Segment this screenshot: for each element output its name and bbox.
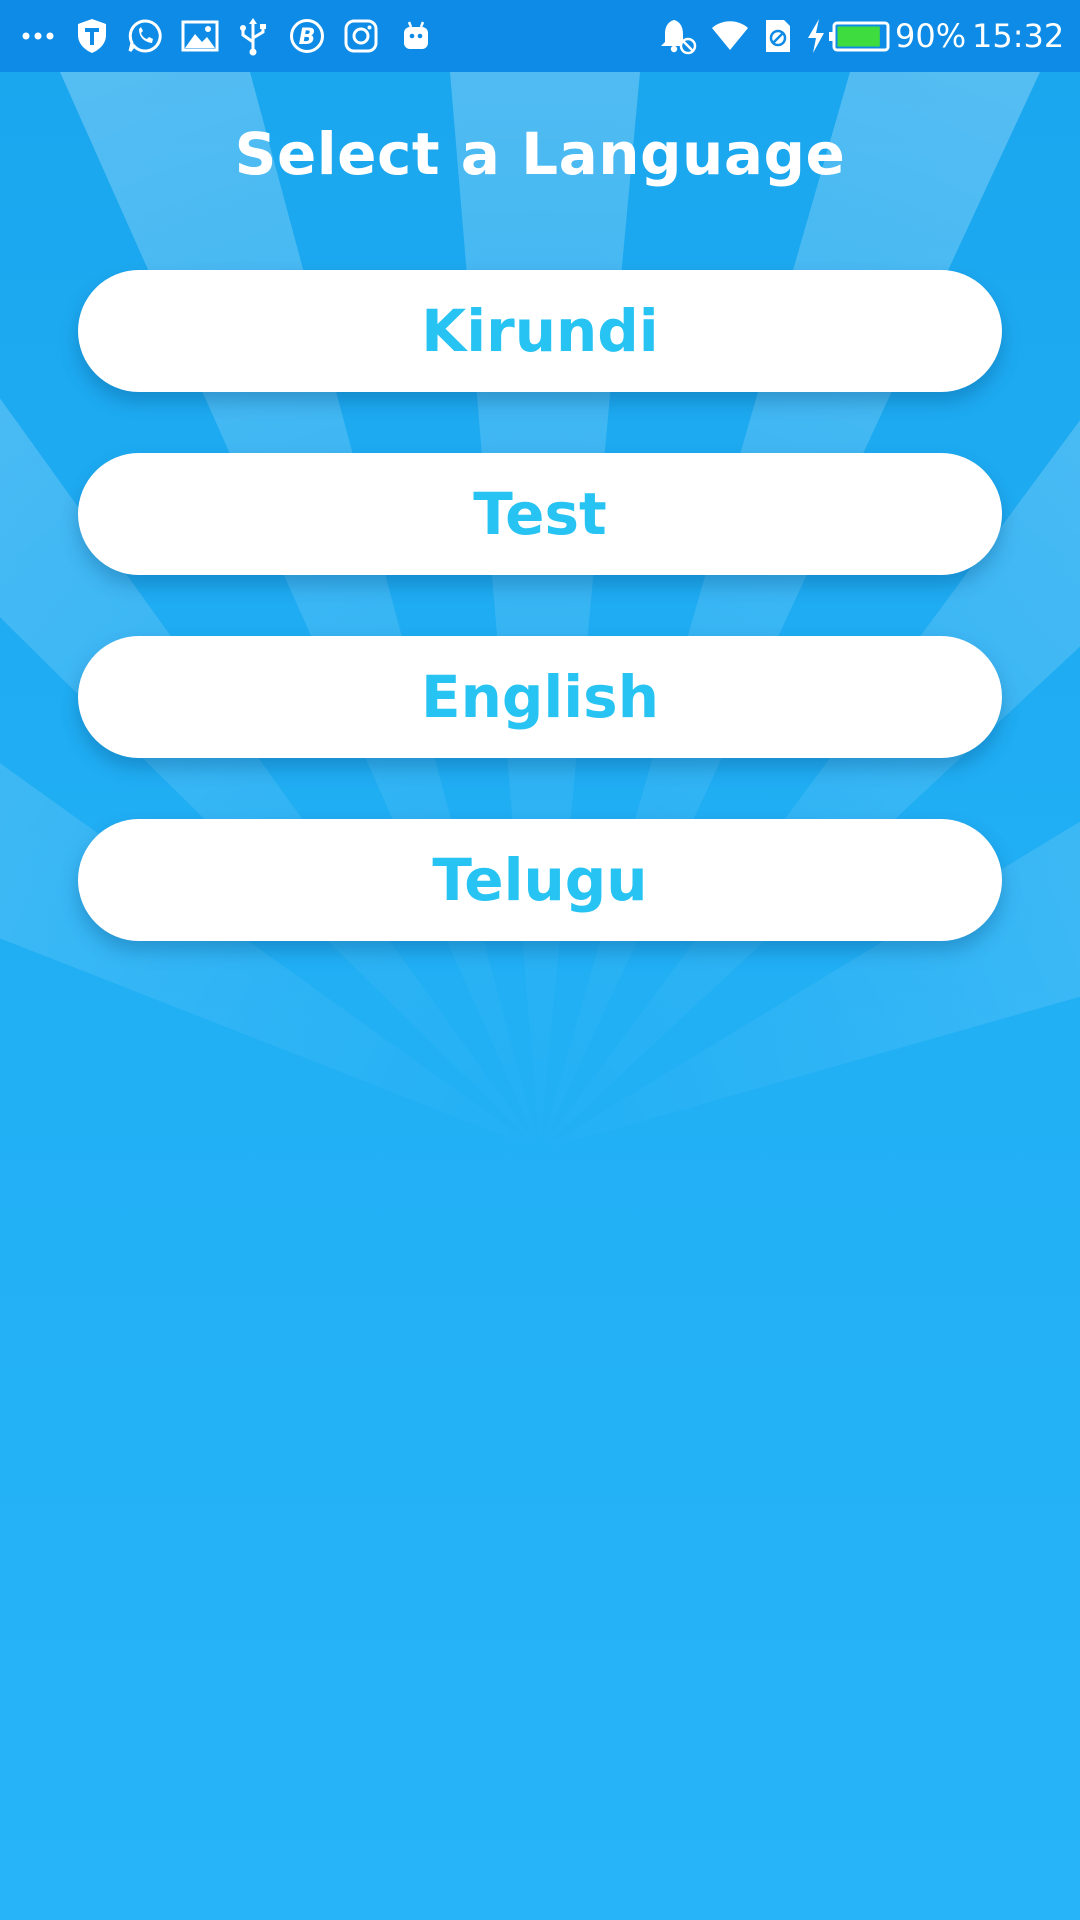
instagram-icon <box>342 14 380 58</box>
more-dots-icon <box>20 14 56 58</box>
usb-icon <box>236 14 270 58</box>
android-icon <box>398 14 434 58</box>
language-label: Telugu <box>432 846 648 914</box>
battery-icon <box>828 14 890 58</box>
charging-icon <box>802 14 830 58</box>
gallery-icon <box>180 14 220 58</box>
language-button-test[interactable]: Test <box>78 453 1002 575</box>
svg-text:B: B <box>299 25 316 50</box>
clock: 15:32 <box>972 17 1065 55</box>
status-bar: B 90% 15:32 <box>0 0 1080 72</box>
language-label: English <box>420 663 659 731</box>
wifi-icon <box>710 14 750 58</box>
language-label: Test <box>473 480 607 548</box>
language-button-english[interactable]: English <box>78 636 1002 758</box>
language-select-screen: B 90% 15:32 Select a Language Kirundi Te… <box>0 0 1080 1920</box>
language-button-telugu[interactable]: Telugu <box>78 819 1002 941</box>
no-sim-icon <box>762 14 794 58</box>
shield-icon <box>74 14 110 58</box>
page-title: Select a Language <box>234 120 846 188</box>
language-label: Kirundi <box>421 297 659 365</box>
b-app-icon: B <box>288 14 326 58</box>
language-button-kirundi[interactable]: Kirundi <box>78 270 1002 392</box>
battery-percentage: 90% <box>895 17 967 55</box>
alarm-muted-icon <box>658 14 698 58</box>
language-list: Kirundi Test English Telugu <box>78 270 1002 1002</box>
whatsapp-icon <box>126 14 164 58</box>
